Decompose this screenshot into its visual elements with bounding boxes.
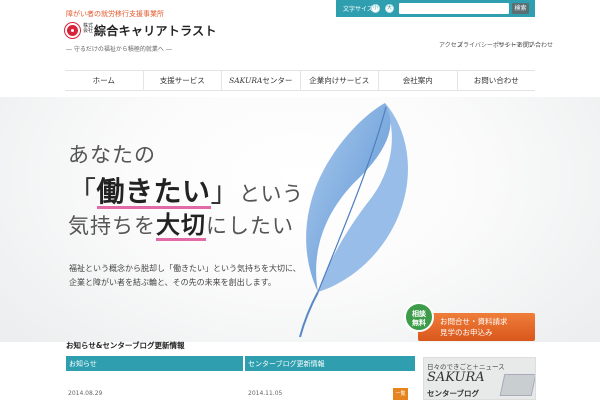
laptop-image	[499, 374, 535, 396]
main-nav: ホーム 支援サービス SAKURA センター 企業向けサービス 会社案内 お問い合…	[65, 70, 535, 91]
hero-line3-post: にしたい	[206, 214, 294, 238]
font-size-large-button[interactable]: 大	[385, 4, 394, 13]
inquiry-cta-button[interactable]: お問合せ・資料請求 見学のお申込み	[418, 313, 535, 341]
company-slogan: ― 守るだけの福祉から積極的就業へ ―	[66, 46, 172, 53]
cta-line2: 見学のお申込み	[440, 328, 493, 337]
company-name[interactable]: 綜合キャリアトラスト	[94, 22, 217, 39]
blog-banner-title: センターブログ	[427, 389, 480, 398]
site-tagline: 障がい者の就労移行支援事業所	[66, 10, 164, 18]
hero-keyword-hataraki: 働きたい	[96, 175, 211, 208]
hero-description-line1: 福祉という概念から脱却し「働きたい」という気持ちを大切に、	[69, 264, 301, 273]
hero-headline-line1: あなたの	[68, 143, 156, 167]
blog-item-date: 2014.11.05	[248, 390, 283, 397]
hero-keyword-taisetsu: 大切	[156, 211, 206, 239]
hero-description-line2: 企業と障がい者を結ぶ輪と、その先の未来を創出します。	[69, 278, 276, 287]
sublink-contact[interactable]: お問い合わせ	[517, 40, 553, 49]
hero-line3-pre: 気持ちを	[68, 214, 156, 238]
nav-sakura-prefix: SAKURA	[229, 76, 263, 85]
search-input[interactable]	[399, 3, 509, 14]
nav-center-label: センター	[262, 76, 293, 85]
nav-support-services[interactable]: 支援サービス	[142, 71, 222, 90]
news-section-title: お知らせ&センターブログ更新情報	[66, 341, 185, 350]
center-blog-banner[interactable]: 日々のできごと＋ニュース SAKURA センターブログ	[423, 357, 536, 400]
hero-bracket-open: 「	[68, 175, 97, 208]
news-item-date: 2014.08.29	[68, 390, 103, 397]
blog-more-button[interactable]: 一覧	[393, 388, 408, 400]
free-consultation-badge: 相談 無料	[404, 302, 434, 332]
hero-headline-line2: 「働きたい」という	[68, 170, 304, 210]
font-size-label: 文字サイズ	[343, 6, 373, 13]
blog-updates-column-header: センターブログ更新情報	[245, 356, 415, 371]
logo-kabushiki: 株式会社	[83, 23, 94, 34]
blog-banner-sakura: SAKURA	[427, 370, 485, 385]
company-logo-icon[interactable]	[65, 23, 80, 38]
nav-corporate-services[interactable]: 企業向けサービス	[299, 71, 379, 90]
hero-bracket-close: 」	[210, 175, 240, 208]
nav-contact[interactable]: お問い合わせ	[456, 71, 536, 90]
nav-sakura-center[interactable]: SAKURA センター	[221, 71, 300, 90]
font-size-small-button[interactable]: 小	[371, 4, 380, 13]
hero-headline-line3: 気持ちを大切にしたい	[68, 205, 294, 241]
search-button[interactable]: 検索	[512, 3, 529, 14]
hero-line2-rest: という	[239, 182, 304, 206]
nav-home[interactable]: ホーム	[65, 71, 143, 90]
cta-line1: お問合せ・資料請求	[440, 317, 508, 326]
nav-company-info[interactable]: 会社案内	[378, 71, 457, 90]
hero-banner: あなたの 「働きたい」という 気持ちを大切にしたい 福祉という概念から脱却し「働…	[0, 97, 600, 342]
news-column-header: お知らせ	[66, 356, 243, 371]
